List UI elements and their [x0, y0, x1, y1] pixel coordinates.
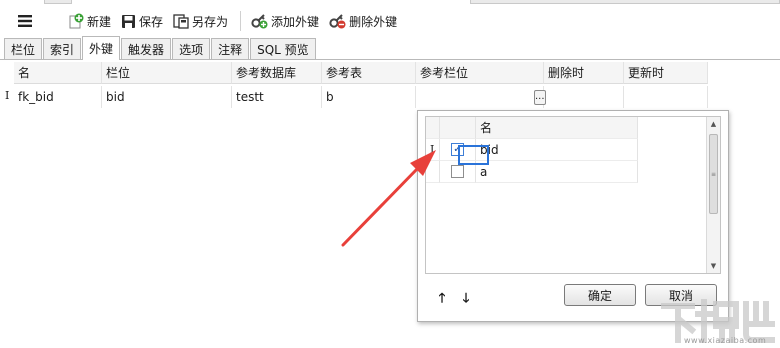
watermark-url: www.xiazaiba.com [684, 336, 767, 345]
annotation-arrow-shaft [341, 166, 420, 247]
tab-label: 外键 [89, 42, 114, 56]
tab-foreign-keys[interactable]: 外键 [82, 36, 121, 60]
